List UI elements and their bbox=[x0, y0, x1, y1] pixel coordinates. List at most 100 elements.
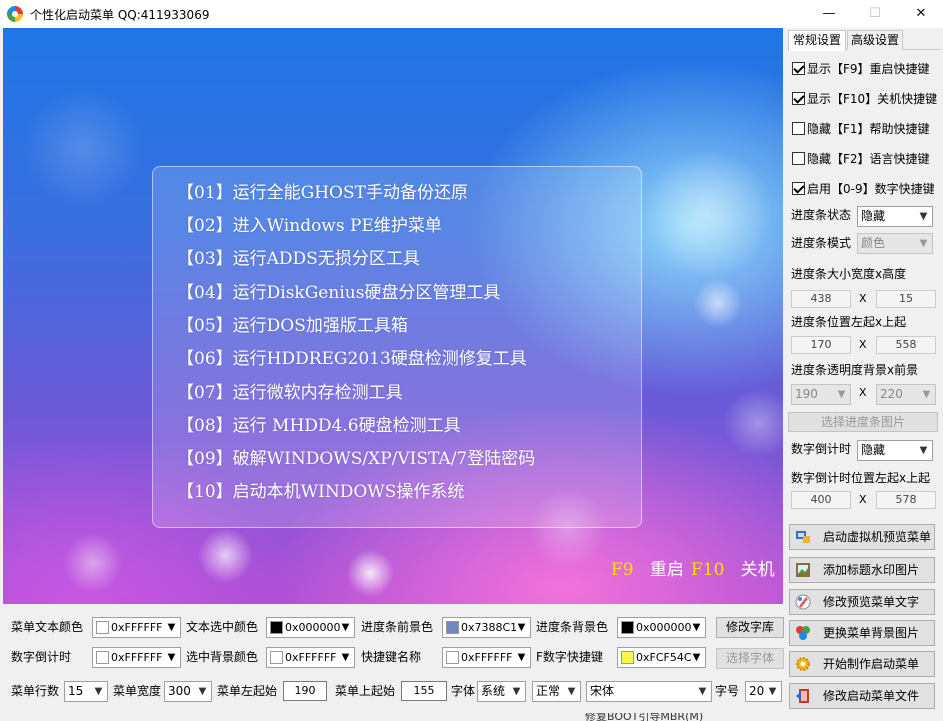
minimize-button[interactable]: — bbox=[806, 0, 852, 28]
selected-bg-color-select[interactable]: 0xFFFFFF ▼ bbox=[266, 647, 355, 668]
font-charset-select[interactable]: 系统 ▼ bbox=[477, 681, 526, 702]
progress-state-select[interactable]: 隐藏 ▼ bbox=[857, 206, 933, 227]
add-watermark-button[interactable]: 添加标题水印图片 bbox=[789, 557, 935, 583]
menu-text-color-select[interactable]: 0xFFFFFF ▼ bbox=[92, 617, 181, 638]
launch-vm-preview-button[interactable]: 启动虚拟机预览菜单 bbox=[789, 524, 935, 550]
edit-font-library-button[interactable]: 修改字库 bbox=[716, 617, 784, 638]
hotkey-f10-label: 关机 bbox=[740, 560, 775, 580]
fkey-color-label: F数字快捷键 bbox=[536, 650, 603, 664]
menu-rows-label: 菜单行数 bbox=[11, 684, 60, 698]
progress-top-input[interactable]: 558 bbox=[876, 336, 936, 354]
countdown-label: 数字倒计时 bbox=[791, 442, 852, 456]
progress-state-label: 进度条状态 bbox=[791, 208, 852, 222]
color-swatch bbox=[446, 651, 459, 664]
font-name-value: 宋体 bbox=[590, 684, 615, 698]
countdown-color-label: 数字倒计时 bbox=[11, 650, 72, 664]
countdown-select[interactable]: 隐藏 ▼ bbox=[857, 440, 933, 461]
progress-bg-color-label: 进度条背景色 bbox=[536, 620, 609, 634]
font-name-select[interactable]: 宋体 ▼ bbox=[586, 681, 712, 702]
progress-mode-select[interactable]: 颜色 ▼ bbox=[857, 233, 933, 254]
checkbox-show-f10[interactable]: 显示【F10】关机快捷键 bbox=[792, 90, 937, 108]
chevron-down-icon: ▼ bbox=[512, 686, 521, 697]
text-select-color-select[interactable]: 0x000000 ▼ bbox=[266, 617, 355, 638]
fkey-color-select[interactable]: 0xFCF54C ▼ bbox=[617, 647, 706, 668]
bokeh-light bbox=[643, 148, 773, 278]
countdown-left-input[interactable]: 400 bbox=[791, 491, 851, 509]
background-image-icon bbox=[796, 626, 810, 640]
close-button[interactable]: ✕ bbox=[898, 0, 943, 28]
checkbox-label: 启用【0-9】数字快捷键 bbox=[807, 182, 935, 196]
chevron-down-icon: ▼ bbox=[919, 238, 928, 249]
checkbox-hide-f1[interactable]: 隐藏【F1】帮助快捷键 bbox=[792, 120, 930, 138]
chevron-down-icon: ▼ bbox=[517, 652, 526, 663]
color-swatch bbox=[270, 621, 283, 634]
font-size-label: 字号 bbox=[715, 684, 740, 698]
build-boot-menu-button[interactable]: 开始制作启动菜单 bbox=[789, 651, 935, 677]
hotkey-f9-key: F9 bbox=[611, 560, 634, 580]
progress-left-input[interactable]: 170 bbox=[791, 336, 851, 354]
chevron-down-icon: ▼ bbox=[341, 652, 350, 663]
progress-alpha-bg-select[interactable]: 190 ▼ bbox=[791, 384, 851, 405]
font-size-select[interactable]: 20 ▼ bbox=[745, 681, 782, 702]
color-value: 0x000000 bbox=[285, 621, 341, 634]
change-background-button[interactable]: 更换菜单背景图片 bbox=[789, 620, 935, 646]
color-swatch bbox=[96, 621, 109, 634]
edit-boot-file-button[interactable]: 修改启动菜单文件 bbox=[789, 683, 935, 709]
edit-menu-text-button[interactable]: 修改预览菜单文字 bbox=[789, 589, 935, 615]
progress-mode-value: 颜色 bbox=[861, 236, 886, 250]
menu-top-input[interactable]: 155 bbox=[401, 681, 447, 701]
progress-fg-color-label: 进度条前景色 bbox=[361, 620, 434, 634]
countdown-top-input[interactable]: 578 bbox=[876, 491, 936, 509]
progress-width-input[interactable]: 438 bbox=[791, 290, 851, 308]
selected-bg-color-label: 选中背景颜色 bbox=[186, 650, 259, 664]
tab-general-settings[interactable]: 常规设置 bbox=[788, 30, 846, 51]
menu-rows-select[interactable]: 15 ▼ bbox=[64, 681, 108, 702]
select-progress-image-button[interactable]: 选择进度条图片 bbox=[788, 412, 938, 432]
checkbox-box[interactable] bbox=[792, 122, 805, 135]
action-label: 添加标题水印图片 bbox=[823, 563, 920, 577]
chevron-down-icon: ▼ bbox=[341, 622, 350, 633]
text-select-color-label: 文本选中颜色 bbox=[186, 620, 259, 634]
checkbox-box[interactable] bbox=[792, 62, 805, 75]
preview-menu-item: 【01】运行全能GHOST手动备份还原 bbox=[177, 183, 468, 203]
menu-left-label: 菜单左起始 bbox=[217, 684, 278, 698]
progress-fg-color-select[interactable]: 0x7388C1 ▼ bbox=[442, 617, 531, 638]
preview-menu-item: 【04】运行DiskGenius硬盘分区管理工具 bbox=[177, 283, 501, 303]
title-bar: 个性化启动菜单 QQ:411933069 — ☐ ✕ bbox=[0, 0, 943, 28]
color-value: 0xFFFFFF bbox=[111, 651, 163, 664]
exit-door-icon bbox=[796, 689, 809, 703]
progress-alpha-fg-select[interactable]: 220 ▼ bbox=[876, 384, 936, 405]
checkbox-show-f9[interactable]: 显示【F9】重启快捷键 bbox=[792, 60, 930, 78]
background-window-peek: 修复BOOT引导MBR(M) bbox=[0, 713, 786, 721]
checkbox-hide-f2[interactable]: 隐藏【F2】语言快捷键 bbox=[792, 150, 930, 168]
color-swatch bbox=[270, 651, 283, 664]
preview-menu-item: 【06】运行HDDREG2013硬盘检测修复工具 bbox=[177, 349, 527, 369]
progress-height-input[interactable]: 15 bbox=[876, 290, 936, 308]
alpha-bg-value: 190 bbox=[795, 387, 818, 401]
countdown-color-select[interactable]: 0xFFFFFF ▼ bbox=[92, 647, 181, 668]
checkbox-box[interactable] bbox=[792, 182, 805, 195]
font-style-select[interactable]: 正常 ▼ bbox=[532, 681, 581, 702]
progress-position-label: 进度条位置左起x上起 bbox=[791, 315, 907, 329]
checkbox-enable-digits[interactable]: 启用【0-9】数字快捷键 bbox=[792, 180, 935, 198]
menu-left-input[interactable]: 190 bbox=[283, 681, 327, 701]
progress-bg-color-select[interactable]: 0x000000 ▼ bbox=[617, 617, 706, 638]
maximize-button[interactable]: ☐ bbox=[852, 0, 898, 28]
tab-advanced-settings[interactable]: 高级设置 bbox=[847, 30, 903, 50]
checkbox-box[interactable] bbox=[792, 152, 805, 165]
select-font-button[interactable]: 选择字体 bbox=[716, 648, 784, 669]
bokeh-light bbox=[63, 533, 123, 593]
chevron-down-icon: ▼ bbox=[692, 652, 701, 663]
menu-width-select[interactable]: 300 ▼ bbox=[164, 681, 212, 702]
app-logo-icon bbox=[7, 6, 23, 22]
chevron-down-icon: ▼ bbox=[692, 622, 701, 633]
hotkey-name-color-select[interactable]: 0xFFFFFF ▼ bbox=[442, 647, 531, 668]
bokeh-light bbox=[348, 548, 393, 598]
checkbox-box[interactable] bbox=[792, 92, 805, 105]
font-style-value: 正常 bbox=[536, 684, 561, 698]
color-value: 0x7388C1 bbox=[461, 621, 518, 634]
preview-menu-item: 【09】破解WINDOWS/XP/VISTA/7登陆密码 bbox=[177, 449, 536, 469]
chevron-down-icon: ▼ bbox=[517, 622, 526, 633]
menu-text-color-label: 菜单文本颜色 bbox=[11, 620, 84, 634]
chevron-down-icon: ▼ bbox=[837, 389, 846, 400]
